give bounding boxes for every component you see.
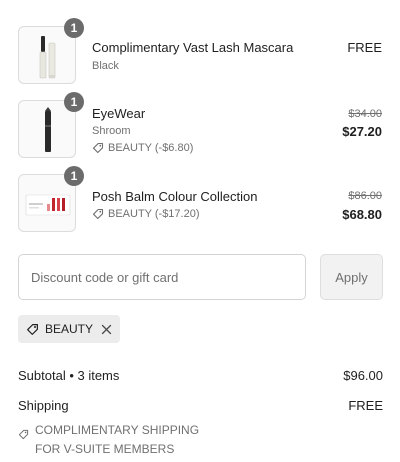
tag-icon [92,208,104,220]
subtotal-label: Subtotal • 3 items [18,368,120,383]
tag-icon [92,142,104,154]
shipping-note-line: COMPLIMENTARY SHIPPING [35,423,200,437]
order-summary: 1 Complimentary Vast Lash Mascara Black … [0,0,400,462]
shipping-note-line: FOR V-SUITE MEMBERS [35,442,175,456]
quantity-badge: 1 [64,166,84,186]
applied-discount-chip: BEAUTY [18,315,121,343]
item-discount: BEAUTY (-$6.80) [92,142,193,154]
close-icon[interactable] [101,324,112,335]
line-item: 1 Posh Balm Colour Collection BEAUTY (-$… [18,166,382,236]
shipping-note-text: COMPLIMENTARY SHIPPING FOR V-SUITE MEMBE… [35,421,199,459]
product-price: FREE [347,40,382,55]
shipping-value: FREE [348,398,383,413]
tag-icon [18,429,29,440]
product-name: Complimentary Vast Lash Mascara [92,40,294,55]
product-name: Posh Balm Colour Collection [92,189,258,204]
product-name: EyeWear [92,106,146,121]
item-discount-label: BEAUTY (-$17.20) [108,208,200,220]
original-price: $34.00 [348,108,382,120]
shipping-note: COMPLIMENTARY SHIPPING FOR V-SUITE MEMBE… [18,421,199,459]
apply-button[interactable]: Apply [320,254,383,300]
product-variant: Shroom [92,125,131,137]
subtotal-value: $96.00 [343,368,383,383]
applied-discount-label: BEAUTY [45,322,94,336]
discount-code-input[interactable] [18,254,306,300]
item-discount-label: BEAUTY (-$6.80) [108,142,194,154]
tag-icon [27,323,38,335]
original-price: $86.00 [348,190,382,202]
quantity-badge: 1 [64,18,84,38]
line-item: 1 EyeWear Shroom BEAUTY (-$6.80) $34.00 … [18,92,382,162]
item-discount: BEAUTY (-$17.20) [92,208,200,220]
product-price: $68.80 [342,207,382,222]
line-item: 1 Complimentary Vast Lash Mascara Black … [18,18,382,88]
product-variant: Black [92,60,119,72]
product-price: $27.20 [342,124,382,139]
shipping-label: Shipping [18,398,69,413]
quantity-badge: 1 [64,92,84,112]
